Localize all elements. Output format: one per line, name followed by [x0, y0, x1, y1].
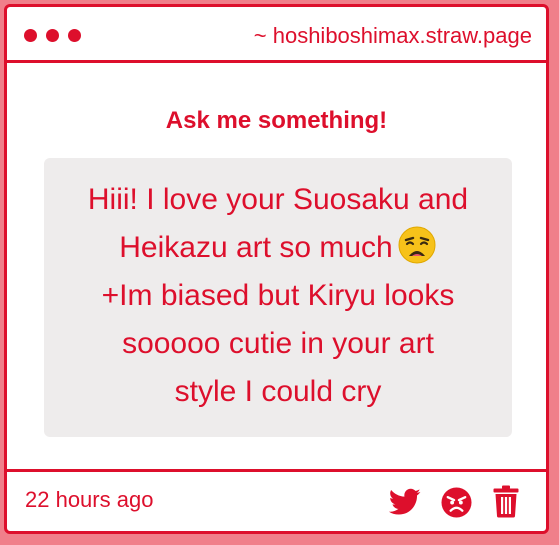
window: ~ hoshiboshimax.straw.page Ask me someth… — [4, 4, 549, 534]
page-title: Ask me something! — [165, 107, 388, 134]
title-bar: ~ hoshiboshimax.straw.page — [7, 7, 546, 63]
window-dot-2 — [46, 29, 59, 42]
footer: 22 hours ago — [7, 469, 546, 531]
timestamp: 22 hours ago — [25, 487, 154, 512]
window-dot-1 — [24, 29, 37, 42]
window-dot-3 — [68, 29, 81, 42]
site-url[interactable]: ~ hoshiboshimax.straw.page — [254, 23, 532, 49]
twitter-icon[interactable] — [389, 487, 421, 517]
question-line-3: +Im biased but Kiryu looks — [101, 279, 455, 312]
question-line-2-wrap: Heikazu art so much — [58, 224, 498, 272]
question-text: Hiii! I love your Suosaku and Heikazu ar… — [44, 158, 512, 437]
question-line-5: style I could cry — [174, 375, 382, 408]
weary-face-emoji-icon — [398, 226, 436, 264]
question-line-4: sooooo cutie in your art — [122, 327, 434, 360]
question-line-2: Heikazu art so much — [119, 231, 393, 264]
question-line-1: Hiii! I love your Suosaku and — [87, 183, 469, 216]
angry-face-icon[interactable] — [441, 487, 472, 518]
trash-icon[interactable] — [493, 485, 519, 518]
